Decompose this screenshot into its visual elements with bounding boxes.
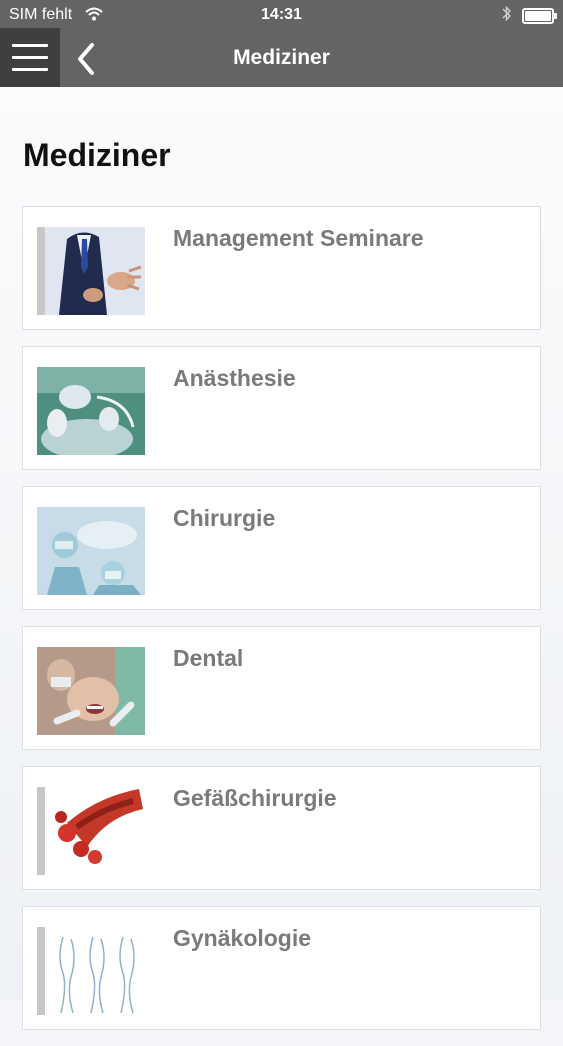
list-item-label: Anästhesie xyxy=(173,365,296,391)
surgery-team-photo xyxy=(37,507,145,595)
business-presentation-photo xyxy=(37,227,145,315)
list-item[interactable]: Management Seminare xyxy=(22,206,541,330)
bluetooth-icon xyxy=(502,5,512,27)
list-item-label: Gynäkologie xyxy=(173,925,312,951)
page-title: Mediziner xyxy=(23,137,171,173)
battery-icon xyxy=(522,8,557,24)
list-item-label: Management Seminare xyxy=(173,225,424,251)
anesthesia-photo xyxy=(37,367,145,455)
list-item[interactable]: Anästhesie xyxy=(22,346,541,470)
list-item[interactable]: Chirurgie xyxy=(22,486,541,610)
list-item[interactable]: Dental xyxy=(22,626,541,750)
list-item-label: Gefäßchirurgie xyxy=(173,785,337,811)
list-item[interactable]: Gefäßchirurgie xyxy=(22,766,541,890)
nav-title: Mediziner xyxy=(233,46,330,69)
content-area: Mediziner Management Seminare Anästhesie… xyxy=(0,87,563,1030)
list-item-label: Dental xyxy=(173,645,244,671)
clock: 14:31 xyxy=(261,6,302,23)
category-list: Management Seminare Anästhesie Chirurgie… xyxy=(22,206,541,1046)
blood-vessel-illustration xyxy=(37,787,145,875)
status-bar: SIM fehlt 14:31 xyxy=(0,0,563,30)
female-figures-sketch xyxy=(37,927,145,1015)
list-item[interactable]: Gynäkologie xyxy=(22,906,541,1030)
dental-treatment-photo xyxy=(37,647,145,735)
list-item-label: Chirurgie xyxy=(173,505,276,531)
navigation-bar: Mediziner xyxy=(0,28,563,87)
